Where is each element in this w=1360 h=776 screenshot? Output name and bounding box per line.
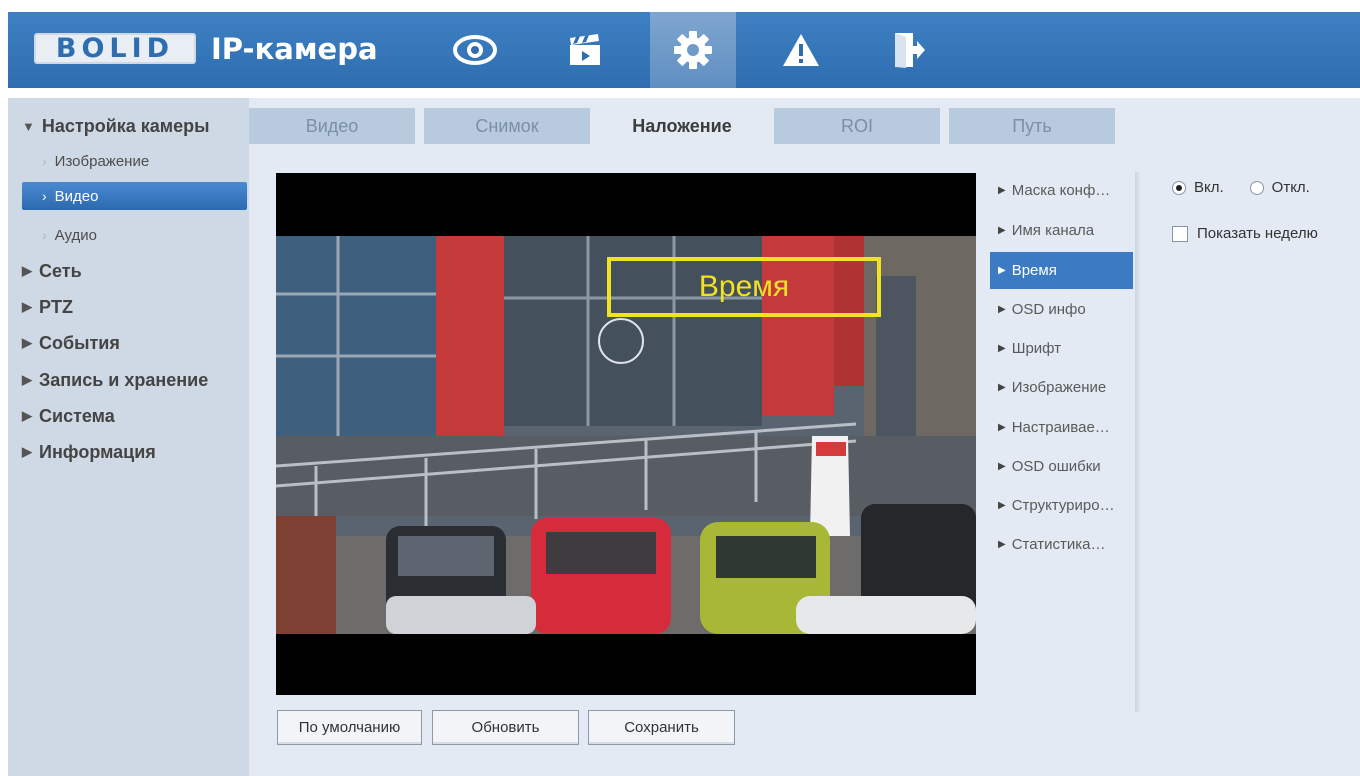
sidebar-item-label: Запись и хранение	[39, 369, 209, 390]
gear-icon	[674, 31, 712, 69]
sidebar: ▼ Настройка камеры › Изображение › Видео…	[8, 98, 249, 776]
submenu-item-image[interactable]: ▶ Изображение	[990, 369, 1133, 406]
tab-video[interactable]: Видео	[249, 108, 415, 144]
caret-right-icon: ▶	[998, 422, 1006, 433]
clapperboard-icon	[570, 34, 600, 65]
caret-right-icon: ▶	[22, 335, 32, 350]
default-button[interactable]: По умолчанию	[277, 710, 422, 745]
submenu-item-label: Шрифт	[1011, 340, 1062, 357]
sidebar-item-system[interactable]: ▶ Система	[8, 401, 247, 431]
sidebar-item-label: Сеть	[39, 260, 82, 281]
sidebar-item-label: PTZ	[39, 296, 73, 317]
refresh-button[interactable]: Обновить	[432, 710, 579, 745]
sidebar-item-events[interactable]: ▶ События	[8, 328, 247, 358]
caret-right-icon: ▶	[22, 372, 32, 387]
radio-off[interactable]	[1249, 180, 1264, 195]
submenu-item-label: Изображение	[1011, 379, 1107, 396]
sidebar-item-ptz[interactable]: ▶ PTZ	[8, 292, 247, 322]
save-button[interactable]: Сохранить	[588, 710, 735, 745]
submenu-item-label: OSD ошибки	[1011, 458, 1101, 475]
warning-icon	[783, 34, 819, 66]
tab-snapshot[interactable]: Снимок	[424, 108, 590, 144]
tab-roi[interactable]: ROI	[774, 108, 940, 144]
radio-on[interactable]	[1172, 180, 1186, 195]
sidebar-item-video[interactable]: › Видео	[22, 182, 247, 210]
playback-button[interactable]	[542, 12, 628, 88]
sidebar-item-label: Аудио	[54, 226, 97, 244]
sidebar-item-image[interactable]: › Изображение	[8, 147, 247, 175]
caret-right-icon: ▶	[998, 500, 1006, 511]
sidebar-item-label: Настройка камеры	[41, 115, 210, 136]
caret-right-icon: ▶	[22, 263, 32, 278]
caret-right-icon: ▶	[22, 444, 32, 459]
caret-right-icon: ▶	[998, 265, 1006, 276]
submenu-item-time[interactable]: ▶ Время	[990, 252, 1133, 289]
logout-icon	[895, 33, 925, 68]
submenu-item-channel-name[interactable]: ▶ Имя канала	[990, 212, 1133, 249]
submenu-divider	[1135, 172, 1141, 712]
caret-right-icon: ▶	[22, 408, 32, 423]
caret-right-icon: ▶	[22, 299, 32, 314]
caret-right-icon: ▶	[998, 225, 1006, 236]
caret-right-icon: ▶	[998, 304, 1006, 315]
sidebar-item-label: Изображение	[54, 152, 150, 170]
app-title: IP-камера	[211, 32, 378, 66]
submenu-item-privacy-mask[interactable]: ▶ Маска конф…	[990, 172, 1133, 209]
bolid-logo: BOLID	[34, 33, 196, 64]
submenu-item-structured[interactable]: ▶ Структуриро…	[990, 487, 1133, 524]
sidebar-item-info[interactable]: ▶ Информация	[8, 437, 247, 467]
submenu-item-osd-errors[interactable]: ▶ OSD ошибки	[990, 448, 1133, 485]
tab-overlay[interactable]: Наложение	[599, 108, 765, 144]
osd-toggle-group: Вкл. Откл.	[1172, 179, 1310, 196]
show-week-label: Показать неделю	[1197, 225, 1318, 242]
show-week-option: Показать неделю	[1172, 225, 1318, 242]
sidebar-item-audio[interactable]: › Аудио	[8, 221, 247, 249]
settings-button[interactable]	[650, 12, 736, 88]
video-preview	[276, 173, 976, 695]
submenu-item-label: Статистика…	[1011, 536, 1106, 553]
sidebar-item-label: События	[39, 332, 120, 353]
tab-path[interactable]: Путь	[949, 108, 1115, 144]
tab-bar: Видео Снимок Наложение ROI Путь	[249, 108, 1360, 144]
sidebar-item-label: Видео	[54, 187, 99, 205]
submenu-item-label: Время	[1011, 262, 1057, 279]
submenu-item-font[interactable]: ▶ Шрифт	[990, 330, 1133, 367]
sidebar-item-label: Информация	[39, 441, 156, 462]
submenu-item-osd-info[interactable]: ▶ OSD инфо	[990, 291, 1133, 328]
caret-right-icon: ▶	[998, 539, 1006, 550]
submenu-item-statistics[interactable]: ▶ Статистика…	[990, 526, 1133, 563]
sidebar-item-camera-settings[interactable]: ▼ Настройка камеры	[8, 111, 247, 141]
radio-on-label: Вкл.	[1194, 179, 1224, 196]
live-view-button[interactable]	[432, 12, 518, 88]
radio-off-label: Откл.	[1271, 179, 1310, 196]
submenu-item-label: Настраивае…	[1011, 419, 1110, 436]
sidebar-item-network[interactable]: ▶ Сеть	[8, 256, 247, 286]
caret-right-icon: ▶	[998, 343, 1006, 354]
sidebar-item-storage[interactable]: ▶ Запись и хранение	[8, 365, 247, 395]
submenu-item-custom[interactable]: ▶ Настраивае…	[990, 409, 1133, 446]
submenu-item-label: OSD инфо	[1011, 301, 1086, 318]
logout-button[interactable]	[866, 12, 952, 88]
caret-right-icon: ▶	[998, 461, 1006, 472]
submenu-item-label: Структуриро…	[1011, 497, 1115, 514]
caret-right-icon: ▶	[998, 185, 1006, 196]
chevron-right-icon: ›	[42, 153, 47, 169]
time-osd-box[interactable]: Время	[607, 257, 881, 317]
caret-down-icon: ▼	[22, 118, 35, 134]
caret-right-icon: ▶	[998, 382, 1006, 393]
submenu-item-label: Имя канала	[1011, 222, 1095, 239]
eye-icon	[453, 35, 497, 65]
show-week-checkbox[interactable]	[1172, 225, 1188, 242]
top-header: BOLID IP-камера	[8, 12, 1360, 88]
sidebar-item-label: Система	[39, 405, 115, 426]
chevron-right-icon: ›	[42, 227, 47, 243]
chevron-right-icon: ›	[42, 188, 47, 204]
submenu-item-label: Маска конф…	[1011, 182, 1111, 199]
alarm-button[interactable]	[758, 12, 844, 88]
